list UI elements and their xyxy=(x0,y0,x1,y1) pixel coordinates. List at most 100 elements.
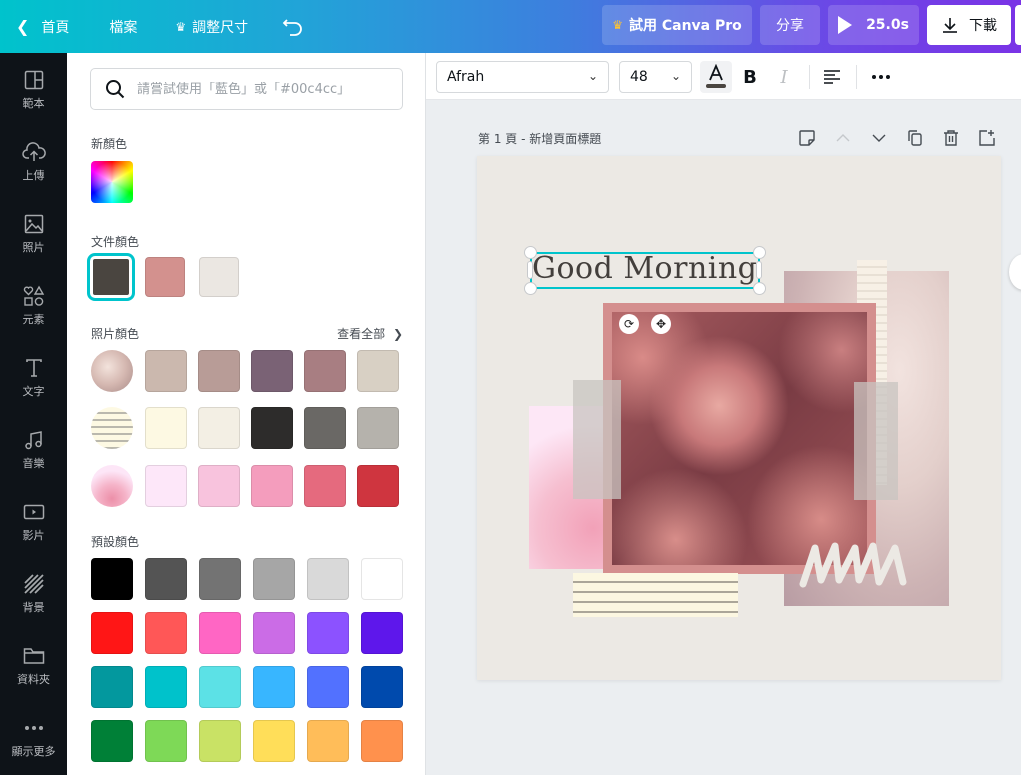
try-canva-pro-button[interactable]: ♛ 試用 Canva Pro xyxy=(602,5,752,45)
resize-handle-right[interactable] xyxy=(756,261,762,279)
default-color-swatch[interactable] xyxy=(199,612,241,654)
rail-item-videos[interactable]: 影片 xyxy=(0,499,67,559)
font-size-dropdown[interactable]: 48 ⌄ xyxy=(619,61,692,93)
rail-item-background[interactable]: 背景 xyxy=(0,571,67,631)
rail-item-text[interactable]: 文字 xyxy=(0,355,67,415)
move-page-up-button[interactable] xyxy=(832,127,854,149)
document-color-swatch[interactable] xyxy=(145,257,185,297)
side-panel-toggle[interactable] xyxy=(1009,254,1021,290)
resize-button[interactable]: ♛ 調整尺寸 xyxy=(175,0,248,53)
move-handle[interactable]: ✥ xyxy=(651,314,671,334)
resize-handle-bottom-left[interactable] xyxy=(524,282,537,295)
rail-item-uploads[interactable]: 上傳 xyxy=(0,139,67,199)
default-color-swatch[interactable] xyxy=(145,612,187,654)
rail-item-folders[interactable]: 資料夾 xyxy=(0,643,67,703)
download-button[interactable]: 下載 xyxy=(927,5,1011,45)
rail-item-more[interactable]: 顯示更多 xyxy=(0,715,67,775)
photo-color-swatch[interactable] xyxy=(145,465,187,507)
photo-thumb-paper[interactable] xyxy=(91,407,133,449)
page-title[interactable]: 第 1 頁 - 新增頁面標題 xyxy=(478,130,601,147)
rail-item-photos[interactable]: 照片 xyxy=(0,211,67,271)
default-color-swatch[interactable] xyxy=(145,558,187,600)
text-color-button[interactable] xyxy=(700,61,732,93)
default-color-swatch[interactable] xyxy=(361,666,403,708)
align-button[interactable] xyxy=(816,61,848,93)
more-options-button[interactable] xyxy=(865,61,897,93)
rail-label: 音樂 xyxy=(22,457,45,470)
bold-button[interactable]: B xyxy=(734,61,766,93)
canvas-image-roses[interactable] xyxy=(612,312,867,565)
move-page-down-button[interactable] xyxy=(868,127,890,149)
undo-button[interactable] xyxy=(282,0,304,53)
photo-color-swatch[interactable] xyxy=(198,407,240,449)
default-color-swatch[interactable] xyxy=(253,720,295,762)
trash-icon xyxy=(944,130,958,146)
rail-item-elements[interactable]: 元素 xyxy=(0,283,67,343)
canvas-photo-frame[interactable] xyxy=(603,303,876,574)
file-menu-button[interactable]: 檔案 xyxy=(109,0,137,53)
font-family-dropdown[interactable]: Afrah ⌄ xyxy=(436,61,609,93)
photo-color-swatch[interactable] xyxy=(145,407,187,449)
resize-handle-top-left[interactable] xyxy=(524,246,537,259)
resize-handle-bottom-right[interactable] xyxy=(753,282,766,295)
default-color-swatch[interactable] xyxy=(253,558,295,600)
design-canvas[interactable]: ⟳ ✥ Good Morning xyxy=(477,156,1001,680)
resize-handle-left[interactable] xyxy=(527,261,533,279)
duplicate-page-button[interactable] xyxy=(904,127,926,149)
photo-color-swatch[interactable] xyxy=(145,350,187,392)
default-color-swatch[interactable] xyxy=(199,720,241,762)
default-color-swatch[interactable] xyxy=(91,612,133,654)
home-button[interactable]: ❮ 首頁 xyxy=(16,0,69,53)
photo-color-swatch[interactable] xyxy=(304,407,346,449)
photo-color-swatch[interactable] xyxy=(251,350,293,392)
canvas-washi-tape-left[interactable] xyxy=(573,380,621,499)
default-color-swatch[interactable] xyxy=(199,666,241,708)
page-notes-button[interactable] xyxy=(796,127,818,149)
new-color-picker[interactable] xyxy=(91,161,133,203)
document-color-swatch[interactable] xyxy=(87,253,135,301)
color-search[interactable] xyxy=(90,68,403,110)
rotate-handle[interactable]: ⟳ xyxy=(619,314,639,334)
color-search-input[interactable] xyxy=(137,81,387,97)
canvas-scribble-graphic[interactable] xyxy=(799,540,909,590)
delete-page-button[interactable] xyxy=(940,127,962,149)
default-color-swatch[interactable] xyxy=(253,612,295,654)
default-color-swatch[interactable] xyxy=(253,666,295,708)
photo-color-swatch[interactable] xyxy=(357,407,399,449)
photo-color-swatch[interactable] xyxy=(251,407,293,449)
see-all-link[interactable]: 查看全部 ❯ xyxy=(337,325,403,342)
photo-color-swatch[interactable] xyxy=(198,350,240,392)
photo-color-swatch[interactable] xyxy=(251,465,293,507)
photo-thumb-roses[interactable] xyxy=(91,350,133,392)
default-color-swatch[interactable] xyxy=(199,558,241,600)
default-color-swatch[interactable] xyxy=(91,720,133,762)
default-color-swatch[interactable] xyxy=(307,720,349,762)
overflow-button[interactable] xyxy=(1015,5,1021,45)
default-color-swatch[interactable] xyxy=(307,558,349,600)
photo-color-swatch[interactable] xyxy=(304,465,346,507)
present-play-button[interactable]: 25.0s xyxy=(828,5,919,45)
canvas-washi-tape-right[interactable] xyxy=(854,382,898,500)
default-color-swatch[interactable] xyxy=(361,612,403,654)
default-color-swatch[interactable] xyxy=(145,666,187,708)
document-color-swatch[interactable] xyxy=(199,257,239,297)
photo-thumb-pink-rose[interactable] xyxy=(91,465,133,507)
default-color-swatch[interactable] xyxy=(307,666,349,708)
italic-button[interactable]: I xyxy=(768,61,800,93)
resize-handle-top-right[interactable] xyxy=(753,246,766,259)
photo-color-swatch[interactable] xyxy=(198,465,240,507)
photo-color-swatch[interactable] xyxy=(304,350,346,392)
default-color-swatch[interactable] xyxy=(145,720,187,762)
photo-color-swatch[interactable] xyxy=(357,350,399,392)
rail-item-templates[interactable]: 範本 xyxy=(0,67,67,127)
default-color-swatch[interactable] xyxy=(361,720,403,762)
photo-color-swatch[interactable] xyxy=(357,465,399,507)
canvas-note-paper[interactable] xyxy=(573,573,738,617)
default-color-swatch[interactable] xyxy=(91,666,133,708)
share-button[interactable]: 分享 xyxy=(760,5,820,45)
default-color-swatch[interactable] xyxy=(361,558,403,600)
default-color-swatch[interactable] xyxy=(91,558,133,600)
default-color-swatch[interactable] xyxy=(307,612,349,654)
rail-item-music[interactable]: 音樂 xyxy=(0,427,67,487)
add-page-button[interactable] xyxy=(976,127,998,149)
